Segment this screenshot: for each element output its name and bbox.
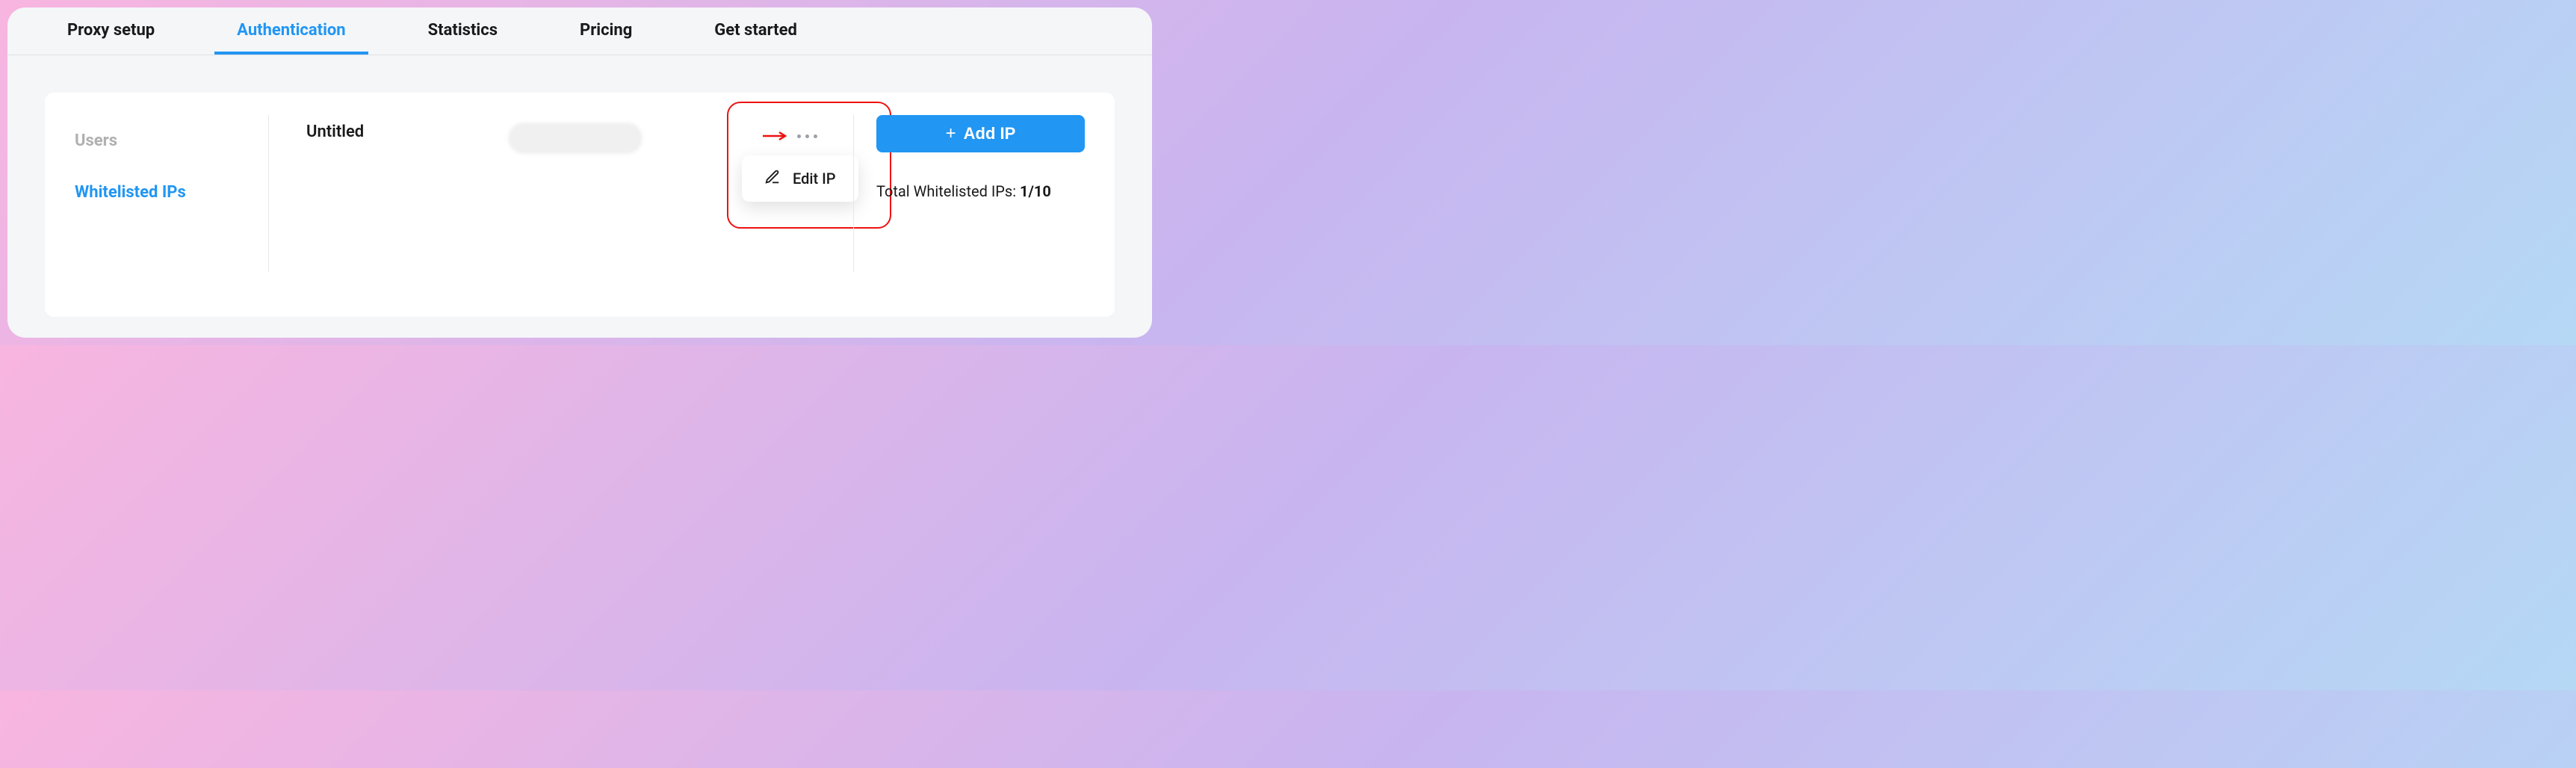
arrow-right-icon [763,124,788,149]
ip-row-name: Untitled [306,123,501,141]
auth-panel: Users Whitelisted IPs Untitled [45,93,1115,317]
right-column: + Add IP Total Whitelisted IPs: 1/10 [853,115,1085,272]
row-actions: Edit IP [749,115,831,158]
tab-pricing[interactable]: Pricing [557,7,654,55]
tab-authentication[interactable]: Authentication [214,7,368,55]
more-options-button[interactable] [749,115,831,158]
row-dropdown-menu: Edit IP [742,155,858,202]
side-tab-users[interactable]: Users [75,123,253,159]
plus-icon: + [946,125,956,143]
main-tabs: Proxy setup Authentication Statistics Pr… [7,7,1152,55]
total-label: Total Whitelisted IPs: [876,182,1020,200]
tab-proxy-setup[interactable]: Proxy setup [45,7,177,55]
dropdown-edit-ip[interactable]: Edit IP [793,170,836,188]
app-window: Proxy setup Authentication Statistics Pr… [7,7,1152,338]
edit-icon [764,169,781,188]
ip-address-redacted [508,123,643,154]
add-ip-label: Add IP [964,124,1016,143]
content-area: Untitled Edit IP [269,115,1085,272]
tab-get-started[interactable]: Get started [692,7,820,55]
tab-statistics[interactable]: Statistics [406,7,520,55]
total-whitelisted-ips: Total Whitelisted IPs: 1/10 [876,182,1085,200]
side-tabs: Users Whitelisted IPs [75,115,269,272]
side-tab-whitelisted-ips[interactable]: Whitelisted IPs [75,174,253,211]
more-horizontal-icon [797,134,817,138]
add-ip-button[interactable]: + Add IP [876,115,1085,152]
total-count: 1/10 [1020,182,1051,200]
